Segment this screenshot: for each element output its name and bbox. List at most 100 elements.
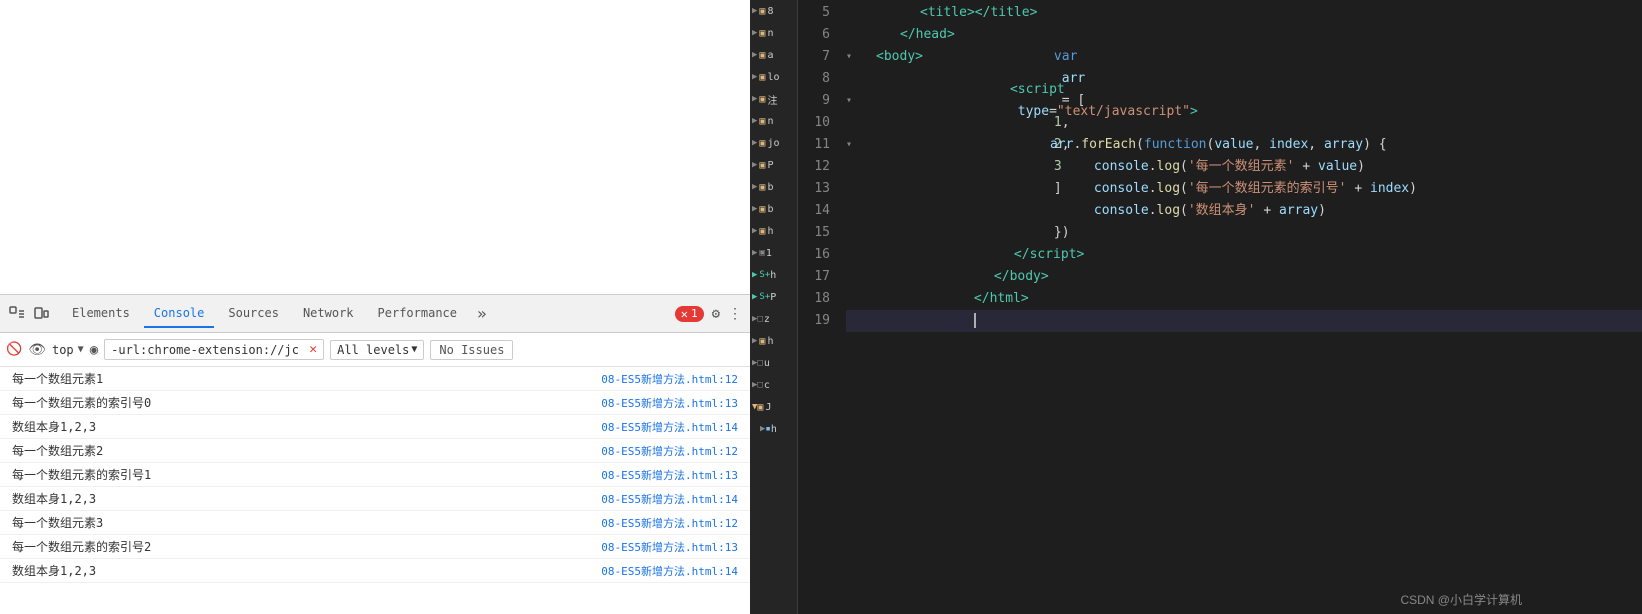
log-text: 每一个数组元素2: [12, 442, 103, 459]
filter-input-wrap[interactable]: ✕: [104, 339, 324, 360]
text-cursor: [974, 313, 976, 328]
log-text: 每一个数组元素3: [12, 514, 103, 531]
filter-input[interactable]: [111, 343, 309, 357]
list-item[interactable]: 数组本身1,2,3 08-ES5新增方法.html:14: [0, 487, 750, 511]
line-numbers: 5 6 7 8 9 10 11 12 13 14 15 16 17 18 19: [798, 0, 846, 614]
line-num: 7: [806, 46, 830, 68]
tree-item[interactable]: ▶S+P: [750, 286, 797, 308]
more-options-icon[interactable]: ⋮: [728, 306, 742, 322]
watermark: CSDN @小白学计算机: [1400, 591, 1522, 608]
top-selector[interactable]: top ▼: [52, 343, 84, 357]
device-icon[interactable]: [32, 305, 50, 323]
log-source[interactable]: 08-ES5新增方法.html:13: [601, 395, 738, 411]
devtools-toolbar: Elements Console Sources Network Perform…: [0, 295, 750, 333]
line-num: 8: [806, 68, 830, 90]
line-num: 10: [806, 112, 830, 134]
code-editor[interactable]: 5 6 7 8 9 10 11 12 13 14 15 16 17 18 19: [798, 0, 1642, 614]
log-source[interactable]: 08-ES5新增方法.html:13: [601, 539, 738, 555]
tree-item[interactable]: ▶□c: [750, 374, 797, 396]
log-source[interactable]: 08-ES5新增方法.html:14: [601, 563, 738, 579]
log-source[interactable]: 08-ES5新增方法.html:12: [601, 443, 738, 459]
line-num: 19: [806, 310, 830, 332]
tree-item[interactable]: ▶▣h: [750, 330, 797, 352]
block-icon[interactable]: 🚫: [6, 342, 22, 357]
line-num: 11: [806, 134, 830, 156]
console-filter-bar: 🚫 👁 top ▼ ◉ ✕ All levels ▼ No Issues: [0, 333, 750, 367]
top-label: top: [52, 343, 74, 357]
tree-item[interactable]: ▼▣J: [750, 396, 797, 418]
list-item[interactable]: 数组本身1,2,3 08-ES5新增方法.html:14: [0, 559, 750, 583]
tab-elements[interactable]: Elements: [62, 300, 140, 328]
log-text: 数组本身1,2,3: [12, 418, 96, 435]
line-num: 17: [806, 266, 830, 288]
fold-indicator[interactable]: [846, 90, 852, 112]
tree-item[interactable]: ▶▣h: [750, 220, 797, 242]
tree-item[interactable]: ▶□z: [750, 308, 797, 330]
line-num: 18: [806, 288, 830, 310]
tree-item[interactable]: ▶▣b: [750, 176, 797, 198]
console-log-area: 每一个数组元素1 08-ES5新增方法.html:12 每一个数组元素的索引号0…: [0, 367, 750, 614]
log-source[interactable]: 08-ES5新增方法.html:14: [601, 419, 738, 435]
list-item[interactable]: 每一个数组元素1 08-ES5新增方法.html:12: [0, 367, 750, 391]
log-text: 每一个数组元素的索引号1: [12, 466, 151, 483]
log-text: 每一个数组元素1: [12, 370, 103, 387]
log-source[interactable]: 08-ES5新增方法.html:12: [601, 371, 738, 387]
log-level-dropdown[interactable]: All levels ▼: [330, 340, 424, 360]
settings-icon[interactable]: ⚙: [712, 306, 720, 322]
tree-item[interactable]: ▶▣lo: [750, 66, 797, 88]
list-item[interactable]: 每一个数组元素3 08-ES5新增方法.html:12: [0, 511, 750, 535]
line-num: 13: [806, 178, 830, 200]
line-num: 16: [806, 244, 830, 266]
right-panel: ▶▣8 ▶▣n ▶▣a ▶▣lo ▶▣注 ▶▣n ▶▣jo ▶▣P ▶▣b ▶▣…: [750, 0, 1642, 614]
tree-item[interactable]: ▶▣jo: [750, 132, 797, 154]
fold-indicator[interactable]: [846, 134, 852, 156]
list-item[interactable]: 每一个数组元素的索引号0 08-ES5新增方法.html:13: [0, 391, 750, 415]
tree-item[interactable]: ▶▣n: [750, 110, 797, 132]
log-source[interactable]: 08-ES5新增方法.html:12: [601, 515, 738, 531]
filter-clear-icon[interactable]: ✕: [309, 342, 317, 357]
live-expressions-icon[interactable]: ◉: [90, 342, 98, 358]
tab-more[interactable]: »: [471, 304, 493, 323]
tree-item[interactable]: ▶▪h: [750, 418, 797, 440]
tree-item[interactable]: ▶▣注: [750, 88, 797, 110]
tab-network[interactable]: Network: [293, 300, 364, 328]
tab-performance[interactable]: Performance: [368, 300, 467, 328]
issues-filter[interactable]: No Issues: [430, 340, 513, 360]
code-content[interactable]: <title></title> </head> <body>: [846, 0, 1642, 614]
devtools-bottom: Elements Console Sources Network Perform…: [0, 295, 750, 614]
log-source[interactable]: 08-ES5新增方法.html:13: [601, 467, 738, 483]
tree-item[interactable]: ▶▣1: [750, 242, 797, 264]
list-item[interactable]: 每一个数组元素的索引号1 08-ES5新增方法.html:13: [0, 463, 750, 487]
log-level-arrow: ▼: [411, 344, 417, 355]
log-source[interactable]: 08-ES5新增方法.html:14: [601, 491, 738, 507]
inspect-icon[interactable]: [8, 305, 26, 323]
tree-item[interactable]: ▶□u: [750, 352, 797, 374]
tree-item[interactable]: ▶▣n: [750, 22, 797, 44]
tree-item[interactable]: ▶▣a: [750, 44, 797, 66]
line-num: 14: [806, 200, 830, 222]
tab-sources[interactable]: Sources: [218, 300, 289, 328]
log-text: 数组本身1,2,3: [12, 490, 96, 507]
code-line-19: [846, 310, 1642, 332]
toolbar-icons: [8, 305, 50, 323]
eye-icon[interactable]: 👁: [28, 342, 46, 358]
tree-item[interactable]: ▶▣P: [750, 154, 797, 176]
fold-indicator[interactable]: [846, 46, 852, 68]
tree-item[interactable]: ▶▣b: [750, 198, 797, 220]
webpage-preview: [0, 0, 750, 295]
error-icon: ✕: [681, 307, 688, 321]
tree-item[interactable]: ▶S+h: [750, 264, 797, 286]
list-item[interactable]: 数组本身1,2,3 08-ES5新增方法.html:14: [0, 415, 750, 439]
list-item[interactable]: 每一个数组元素2 08-ES5新增方法.html:12: [0, 439, 750, 463]
top-dropdown-arrow[interactable]: ▼: [78, 344, 84, 355]
list-item[interactable]: 每一个数组元素的索引号2 08-ES5新增方法.html:13: [0, 535, 750, 559]
log-text: 每一个数组元素的索引号2: [12, 538, 151, 555]
error-count: 1: [691, 307, 698, 320]
error-badge[interactable]: ✕ 1: [675, 306, 704, 322]
line-num: 6: [806, 24, 830, 46]
log-level-label: All levels: [337, 343, 409, 357]
line-num: 9: [806, 90, 830, 112]
tree-item[interactable]: ▶▣8: [750, 0, 797, 22]
tab-console[interactable]: Console: [144, 300, 215, 328]
code-editor-panel: 5 6 7 8 9 10 11 12 13 14 15 16 17 18 19: [798, 0, 1642, 614]
